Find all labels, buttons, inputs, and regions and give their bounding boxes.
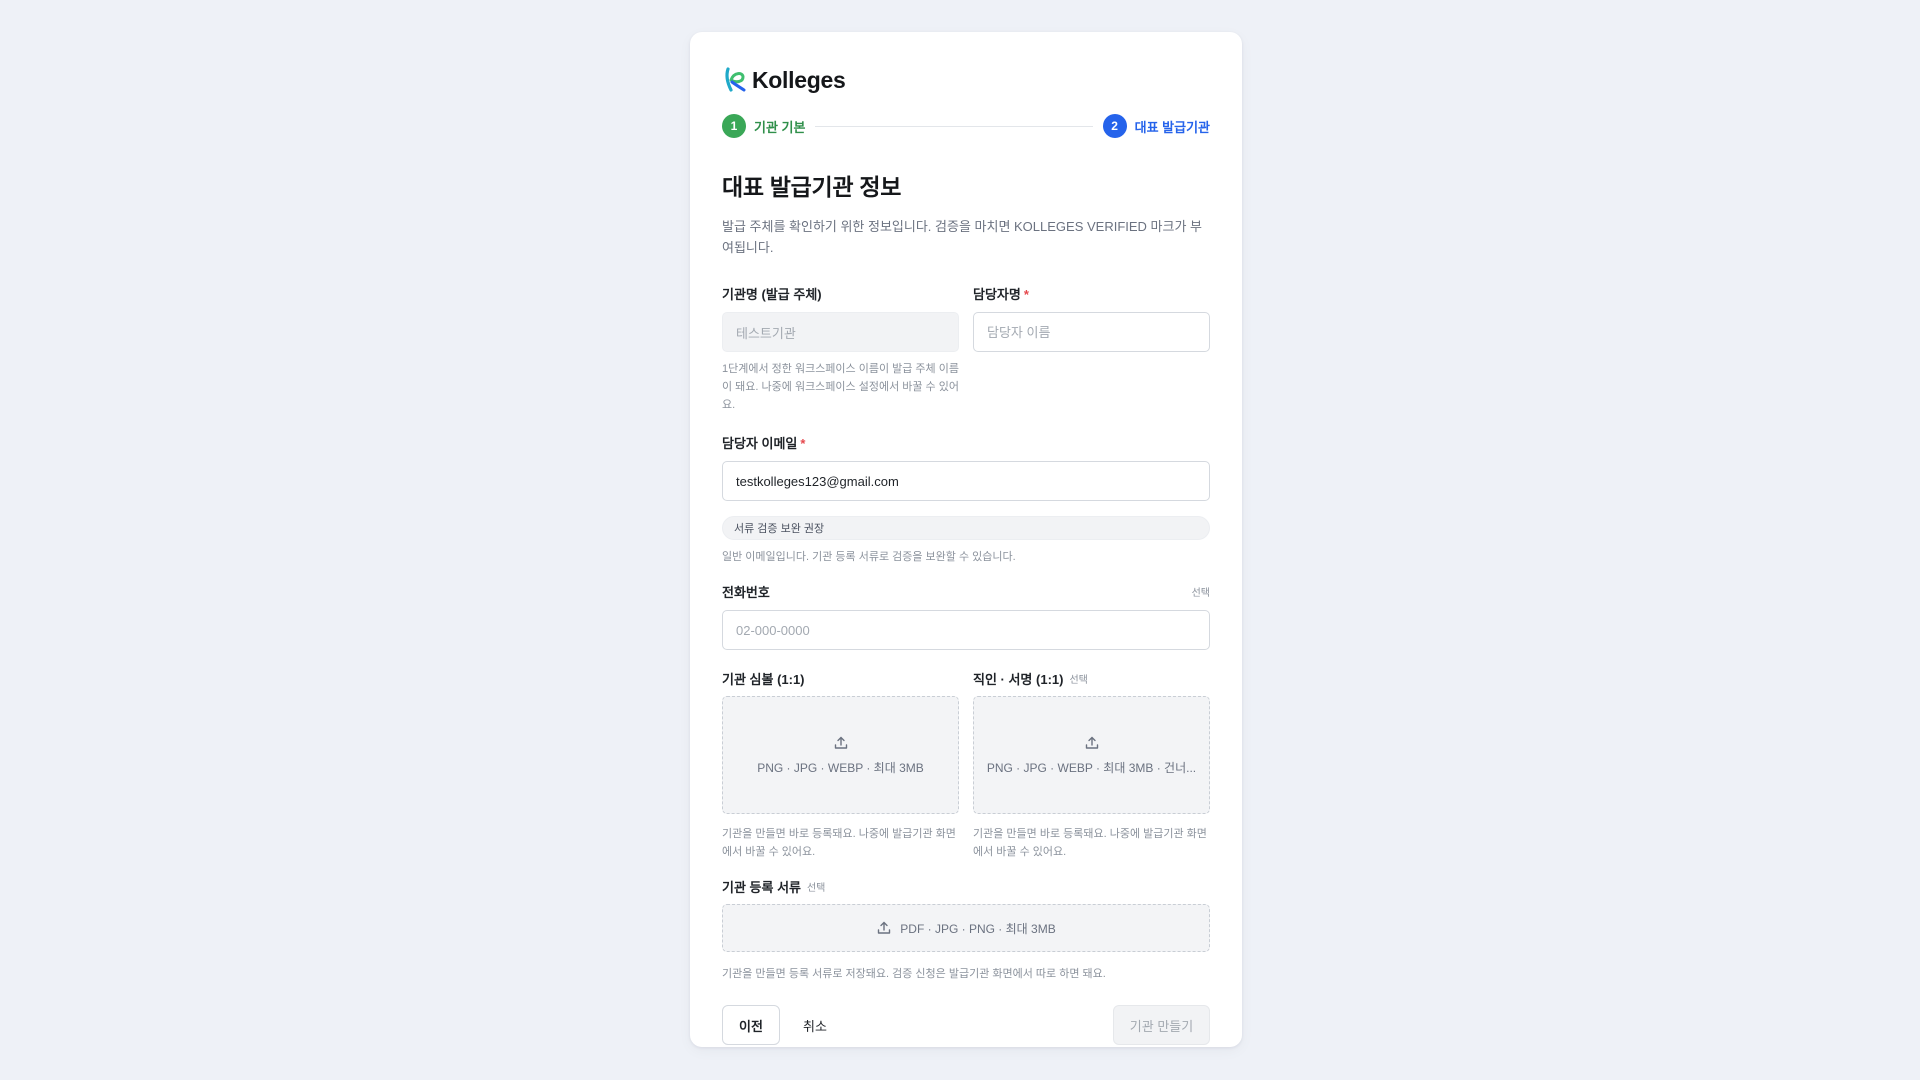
seal-label: 기관 심볼 (1:1) — [722, 671, 805, 687]
step-2: 2 대표 발급기관 — [1102, 114, 1210, 138]
upload-icon — [834, 736, 847, 749]
page-description: 발급 주체를 확인하기 위한 정보입니다. 검증을 마치면 KOLLEGES V… — [722, 219, 1203, 255]
contact-email-label: 담당자 이메일 * — [722, 435, 806, 451]
kolleges-logo-icon — [725, 67, 746, 92]
org-name-label: 기관명 (발급 주체) — [722, 286, 822, 302]
registration-doc-group: 기관 등록 서류 선택 PDF · JPG · PNG · 최대 3MB 기관을… — [722, 877, 1210, 983]
step-connector — [815, 125, 1093, 127]
signup-card: Kolleges 1 기관 기본 2 대표 발급기관 대표 발급기관 정보 발급… — [690, 32, 1242, 1047]
contact-name-input[interactable] — [973, 312, 1210, 352]
phone-label: 전화번호 — [722, 584, 770, 600]
cancel-button[interactable]: 취소 — [786, 1005, 844, 1045]
signature-label: 직인 · 서명 (1:1) — [973, 671, 1064, 687]
brand: Kolleges — [722, 62, 1210, 98]
contact-name-label: 담당자명 * — [973, 286, 1029, 302]
step-2-label: 대표 발급기관 — [1134, 119, 1210, 135]
org-contact-row: 기관명 (발급 주체) 1단계에서 정한 워크스페이스 이름이 발급 주체 이름… — [722, 284, 1210, 414]
org-name-input — [722, 312, 959, 352]
verification-chip: 서류 검증 보완 권장 — [722, 516, 1210, 540]
step-1-number: 1 — [722, 114, 746, 138]
org-name-group: 기관명 (발급 주체) 1단계에서 정한 워크스페이스 이름이 발급 주체 이름… — [722, 284, 959, 414]
seal-upload-group: 기관 심볼 (1:1) PNG · JPG · WEBP · 최대 3MB 기관… — [722, 669, 959, 861]
contact-name-group: 담당자명 * — [973, 284, 1210, 414]
required-mark: * — [800, 435, 806, 451]
signature-optional-badge: 선택 — [1069, 674, 1088, 686]
seal-dropzone-text: PNG · JPG · WEBP · 최대 3MB — [757, 760, 924, 775]
step-2-number: 2 — [1102, 114, 1127, 138]
registration-doc-hint: 기관을 만들면 등록 서류로 저장돼요. 검증 신청은 발급기관 화면에서 따로… — [722, 968, 1106, 980]
upload-row: 기관 심볼 (1:1) PNG · JPG · WEBP · 최대 3MB 기관… — [722, 669, 1210, 861]
contact-email-hint: 일반 이메일입니다. 기관 등록 서류로 검증을 보완할 수 있습니다. — [722, 551, 1016, 563]
stepper: 1 기관 기본 2 대표 발급기관 — [722, 114, 1210, 138]
create-org-button[interactable]: 기관 만들기 — [1113, 1005, 1210, 1045]
seal-dropzone[interactable]: PNG · JPG · WEBP · 최대 3MB — [722, 696, 959, 814]
signature-upload-group: 직인 · 서명 (1:1) 선택 PNG · JPG · WEBP · 최대 3… — [973, 669, 1210, 861]
signature-hint: 기관을 만들면 바로 등록돼요. 나중에 발급기관 화면에서 바꿀 수 있어요. — [973, 828, 1207, 858]
step-1-label: 기관 기본 — [754, 119, 806, 135]
signature-dropzone[interactable]: PNG · JPG · WEBP · 최대 3MB · 건너... — [973, 696, 1210, 814]
org-name-hint: 1단계에서 정한 워크스페이스 이름이 발급 주체 이름이 돼요. 나중에 워크… — [722, 363, 959, 411]
contact-email-group: 담당자 이메일* 서류 검증 보완 권장 일반 이메일입니다. 기관 등록 서류… — [722, 433, 1210, 566]
brand-name: Kolleges — [752, 66, 846, 93]
upload-icon — [1085, 736, 1098, 749]
contact-email-input[interactable] — [722, 461, 1210, 501]
seal-hint: 기관을 만들면 바로 등록돼요. 나중에 발급기관 화면에서 바꿀 수 있어요. — [722, 828, 956, 858]
registration-doc-optional-badge: 선택 — [806, 882, 826, 894]
registration-doc-dropzone[interactable]: PDF · JPG · PNG · 최대 3MB — [722, 904, 1210, 952]
prev-button[interactable]: 이전 — [722, 1005, 780, 1045]
step-1: 1 기관 기본 — [722, 114, 805, 138]
signature-dropzone-text: PNG · JPG · WEBP · 최대 3MB · 건너... — [986, 760, 1197, 775]
form-footer: 이전 취소 기관 만들기 — [722, 1005, 1210, 1045]
phone-input[interactable] — [722, 610, 1210, 650]
registration-doc-label: 기관 등록 서류 — [722, 879, 801, 895]
registration-doc-dropzone-text: PDF · JPG · PNG · 최대 3MB — [900, 921, 1056, 936]
phone-optional-badge: 선택 — [1191, 587, 1210, 599]
required-mark: * — [1023, 286, 1029, 302]
upload-icon — [878, 921, 891, 934]
phone-group: 전화번호 선택 — [722, 582, 1210, 650]
page-title: 대표 발급기관 정보 — [722, 174, 902, 200]
